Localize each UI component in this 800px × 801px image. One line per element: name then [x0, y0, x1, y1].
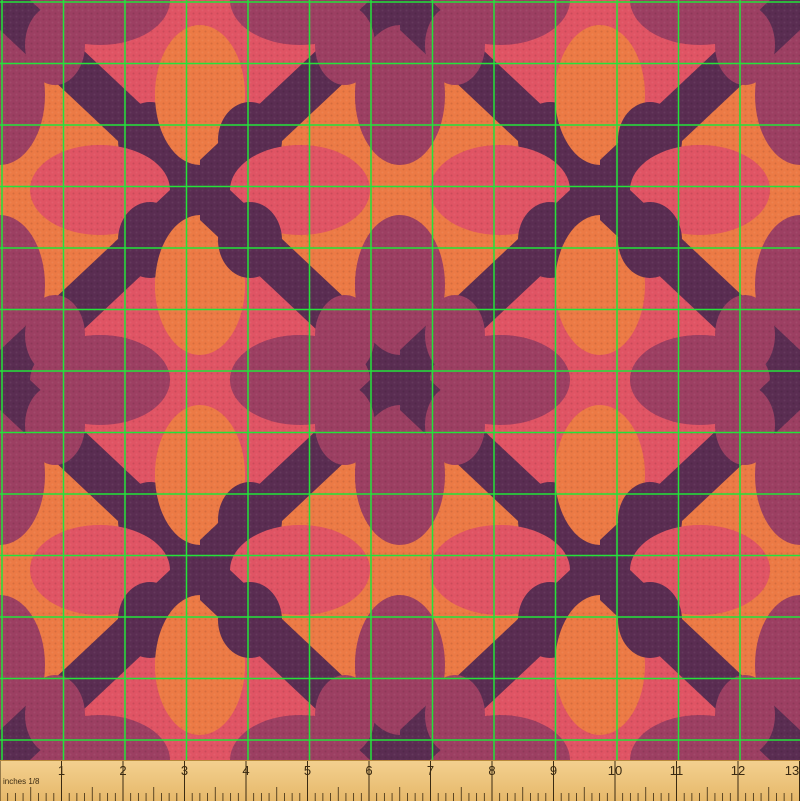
ruler-unit-label: inches 1/8 [3, 777, 40, 786]
ruler-number: 3 [180, 763, 189, 778]
fabric-swatch [0, 0, 800, 760]
inch-ruler: inches 1/8 1 2 3 4 5 6 7 8 9 10 11 12 13 [0, 760, 800, 801]
ruler-number: 7 [426, 763, 435, 778]
ruler-number: 4 [242, 763, 250, 778]
ruler-number: 1 [57, 763, 66, 778]
ruler-number: 12 [730, 763, 746, 778]
ruler-number: 2 [119, 763, 127, 778]
ruler-number: 8 [488, 763, 496, 778]
ruler-number: 9 [549, 763, 558, 778]
geometric-pattern [0, 0, 800, 760]
ruler-number: 5 [303, 763, 312, 778]
ruler-number: 13 [784, 763, 800, 778]
ruler-number: 10 [607, 763, 623, 778]
ruler-number: 6 [365, 763, 373, 778]
ruler-number: 11 [669, 763, 684, 778]
